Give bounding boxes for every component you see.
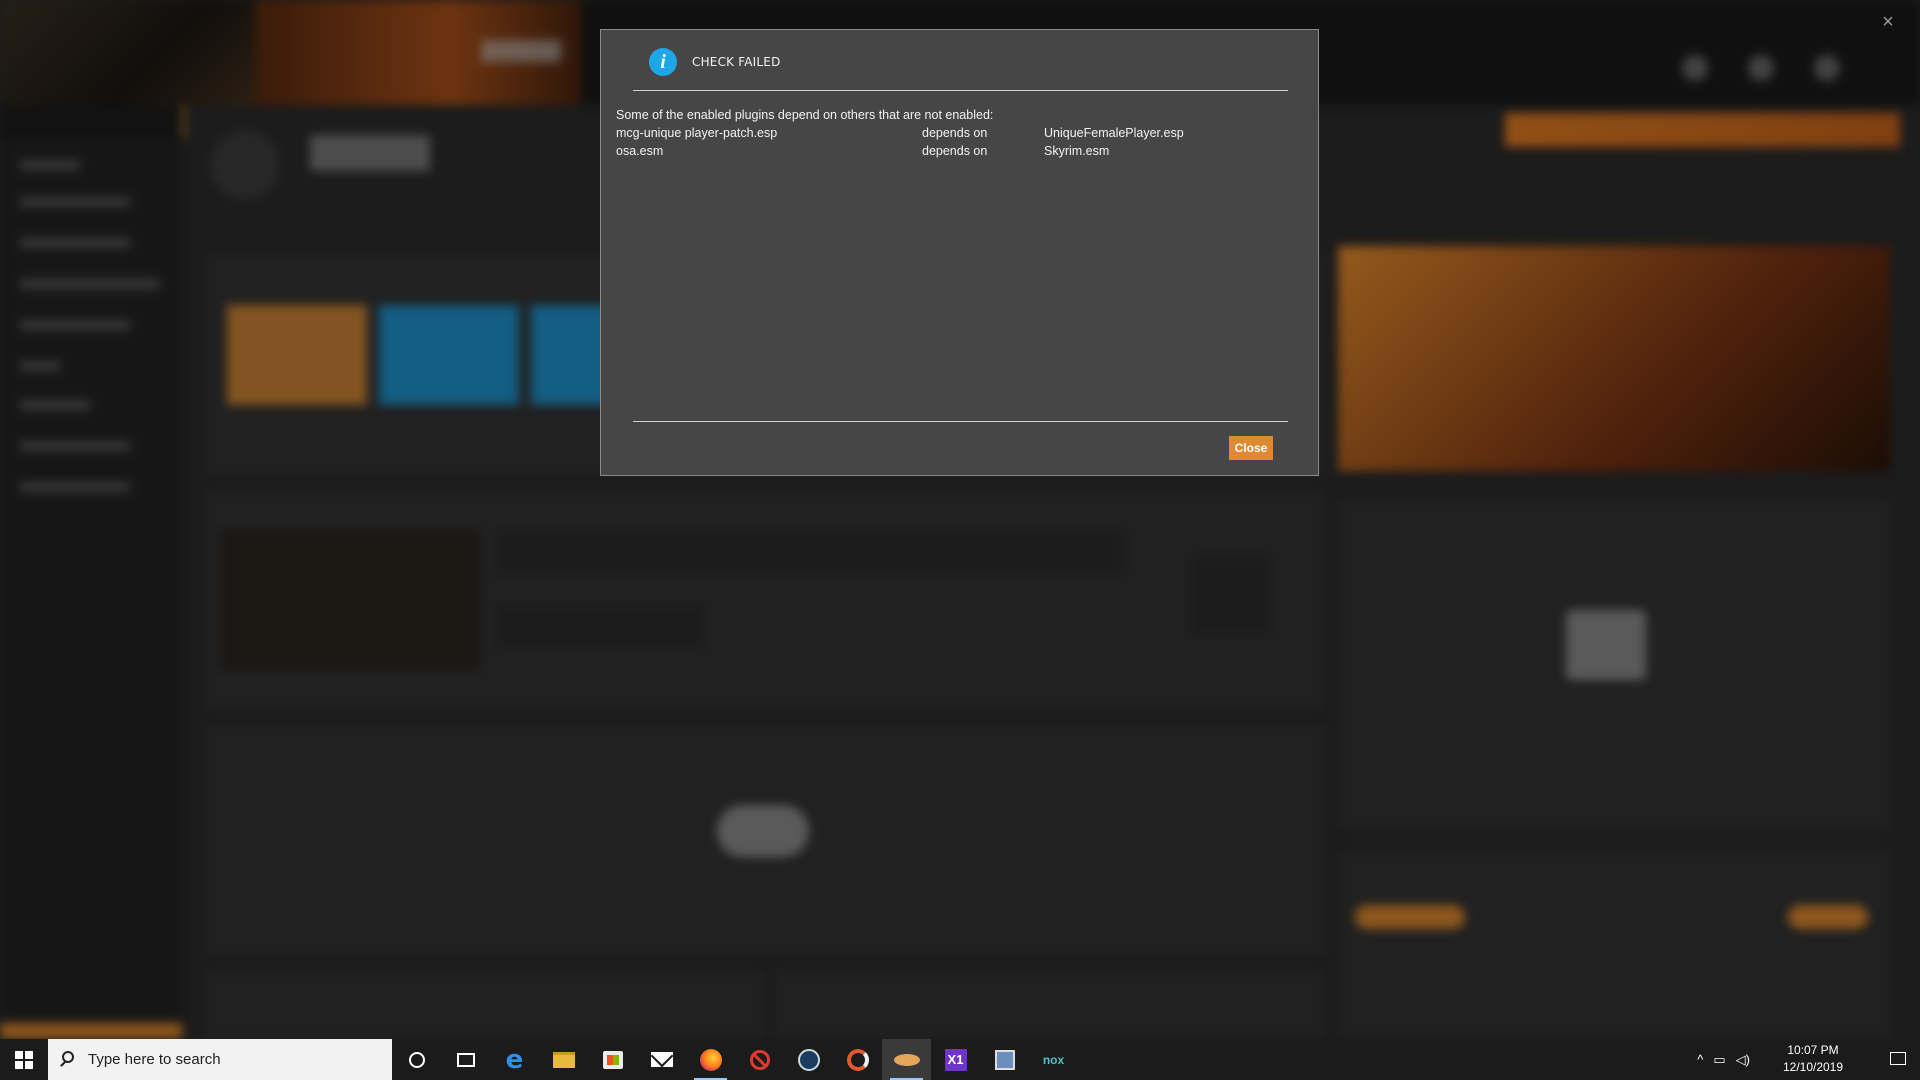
network-icon[interactable]: ▭ — [1713, 1052, 1725, 1068]
check-failed-dialog: i CHECK FAILED Some of the enabled plugi… — [600, 29, 1319, 476]
dependency-row: mcg-unique player-patch.esp depends on U… — [616, 124, 1306, 142]
dependency-name: UniqueFemalePlayer.esp — [1044, 126, 1184, 140]
steam-icon[interactable] — [784, 1039, 833, 1080]
dialog-header: i CHECK FAILED — [633, 46, 1288, 91]
blocked-app-icon[interactable] — [735, 1039, 784, 1080]
edge-icon[interactable]: e — [490, 1039, 539, 1080]
show-hidden-icons-icon[interactable]: ^ — [1697, 1052, 1703, 1067]
dependency-row: osa.esm depends on Skyrim.esm — [616, 142, 1306, 160]
nox-icon[interactable]: nox — [1029, 1039, 1078, 1080]
dialog-body: Some of the enabled plugins depend on ot… — [616, 106, 1306, 406]
plugin-name: mcg-unique player-patch.esp — [616, 126, 778, 140]
dialog-title: CHECK FAILED — [692, 55, 781, 69]
vortex-icon[interactable] — [882, 1039, 931, 1080]
dialog-footer-divider — [633, 421, 1288, 422]
taskbar-search[interactable] — [48, 1039, 392, 1080]
relation-text: depends on — [922, 126, 988, 140]
visual-studio-icon[interactable]: X1 — [931, 1039, 980, 1080]
taskbar: e X1 nox ^ ▭ ◁) 10:07 PM 12/10/2019 — [0, 1039, 1920, 1080]
volume-icon[interactable]: ◁) — [1736, 1052, 1750, 1068]
windows-logo-icon — [15, 1050, 33, 1069]
tool-app-icon[interactable] — [980, 1039, 1029, 1080]
system-tray: ^ ▭ ◁) — [1697, 1039, 1750, 1080]
swirl-app-icon[interactable] — [833, 1039, 882, 1080]
system-clock[interactable]: 10:07 PM 12/10/2019 — [1758, 1042, 1868, 1076]
plugin-name: osa.esm — [616, 144, 664, 158]
close-button[interactable]: Close — [1229, 436, 1273, 460]
store-icon[interactable] — [588, 1039, 637, 1080]
search-icon — [62, 1051, 74, 1063]
taskbar-apps: e X1 nox — [392, 1039, 1078, 1080]
dialog-message: Some of the enabled plugins depend on ot… — [616, 108, 994, 122]
clock-date: 12/10/2019 — [1782, 1060, 1844, 1074]
mail-icon[interactable] — [637, 1039, 686, 1080]
start-button[interactable] — [0, 1039, 48, 1080]
firefox-icon[interactable] — [686, 1039, 735, 1080]
dependency-name: Skyrim.esm — [1044, 144, 1110, 158]
cortana-icon[interactable] — [392, 1039, 441, 1080]
action-center-icon[interactable] — [1890, 1052, 1906, 1065]
info-icon: i — [649, 48, 677, 76]
relation-text: depends on — [922, 144, 988, 158]
task-view-icon[interactable] — [441, 1039, 490, 1080]
file-explorer-icon[interactable] — [539, 1039, 588, 1080]
search-input[interactable] — [88, 1039, 378, 1080]
clock-time: 10:07 PM — [1787, 1043, 1839, 1057]
window-close-icon[interactable]: × — [1876, 10, 1900, 34]
